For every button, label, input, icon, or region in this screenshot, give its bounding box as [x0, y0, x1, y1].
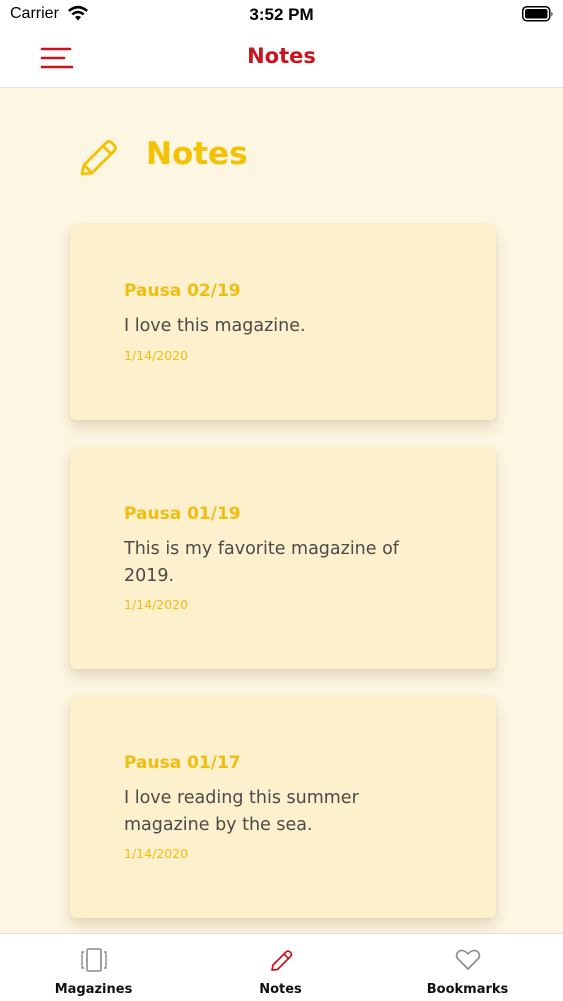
- tab-label: Bookmarks: [426, 982, 509, 997]
- nav-title: Notes: [247, 44, 316, 68]
- tab-bookmarks[interactable]: Bookmarks: [374, 934, 561, 1001]
- tab-magazines[interactable]: Magazines: [0, 934, 187, 1001]
- note-title: Pausa 01/19: [124, 504, 241, 524]
- battery-icon: [522, 6, 554, 26]
- tab-label: Notes: [259, 982, 302, 997]
- status-time: 3:52 PM: [249, 5, 314, 24]
- note-card[interactable]: Pausa 01/19 This is my favorite magazine…: [70, 447, 496, 669]
- tab-label: Magazines: [54, 982, 133, 997]
- magazines-icon: [80, 948, 107, 972]
- note-title: Pausa 01/17: [124, 753, 241, 773]
- note-card[interactable]: Pausa 01/17 I love reading this summer m…: [70, 696, 496, 918]
- note-date: 1/14/2020: [124, 348, 189, 363]
- tab-notes[interactable]: Notes: [187, 934, 374, 1001]
- pencil-icon: [76, 136, 120, 184]
- note-card[interactable]: Pausa 02/19 I love this magazine. 1/14/2…: [70, 224, 496, 420]
- note-text: I love this magazine.: [124, 316, 306, 336]
- note-text: I love reading this summer magazine by t…: [124, 788, 359, 835]
- page-title: Notes: [146, 136, 248, 172]
- notes-content[interactable]: Notes Pausa 02/19 I love this magazine. …: [0, 88, 563, 933]
- note-title: Pausa 02/19: [124, 281, 241, 301]
- tab-bar: Magazines Notes Bookmarks: [0, 933, 563, 1001]
- status-bar: Carrier 3:52 PM: [0, 0, 563, 30]
- navigation-bar: Notes: [0, 30, 563, 88]
- heart-icon: [455, 949, 480, 970]
- note-text: This is my favorite magazine of 2019.: [124, 539, 399, 586]
- note-date: 1/14/2020: [124, 597, 189, 612]
- note-date: 1/14/2020: [124, 846, 189, 861]
- pencil-icon: [270, 950, 292, 971]
